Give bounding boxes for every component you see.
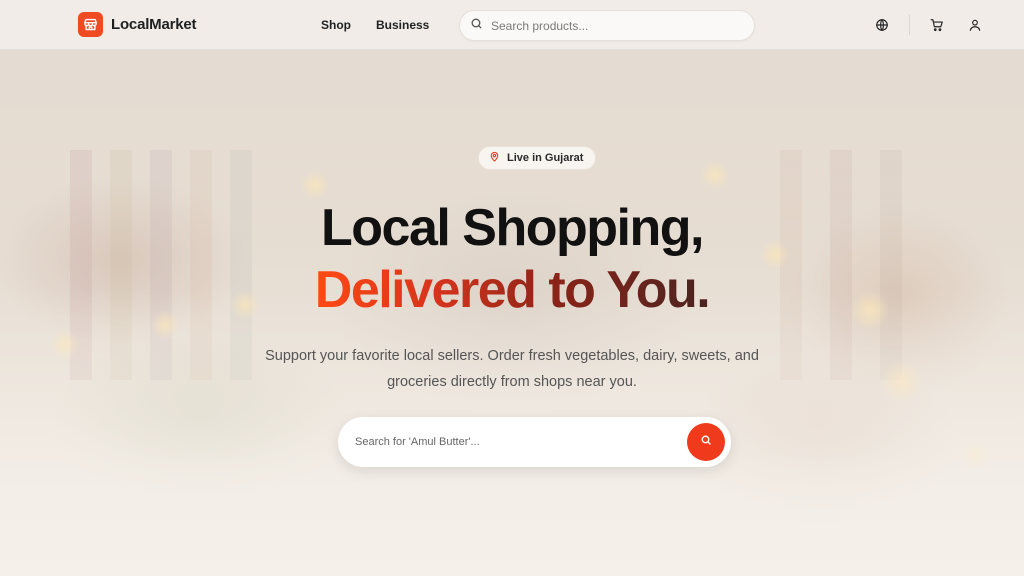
globe-icon[interactable] [874,17,890,33]
hero-search-bar [338,417,731,467]
brand-name: LocalMarket [111,16,197,33]
storefront-icon [78,12,103,37]
location-badge-text: Live in Gujarat [507,152,584,164]
hero-headline-highlight: Delivered to You. [314,261,711,319]
user-icon[interactable] [967,17,983,33]
nav-divider [909,15,910,35]
search-icon [470,17,483,35]
hero-headline-line1: Local Shopping, [321,199,704,257]
location-badge: Live in Gujarat [478,146,597,170]
top-navbar: LocalMarket Shop Business [0,0,1024,50]
location-pin-icon [489,149,500,167]
header-search-input[interactable] [491,18,731,33]
search-icon [700,433,712,451]
hero-search-input[interactable] [355,436,675,448]
header-search-bar [459,10,755,41]
hero-search-button[interactable] [687,423,725,461]
main-nav: Shop Business [321,18,429,32]
cart-icon[interactable] [929,17,945,33]
nav-link-business[interactable]: Business [376,18,429,32]
hero-headline-line2: Delivered to You. [0,260,1024,320]
brand-logo[interactable]: LocalMarket [78,12,197,37]
nav-link-shop[interactable]: Shop [321,18,351,32]
hero-subtitle: Support your favorite local sellers. Ord… [265,348,759,390]
